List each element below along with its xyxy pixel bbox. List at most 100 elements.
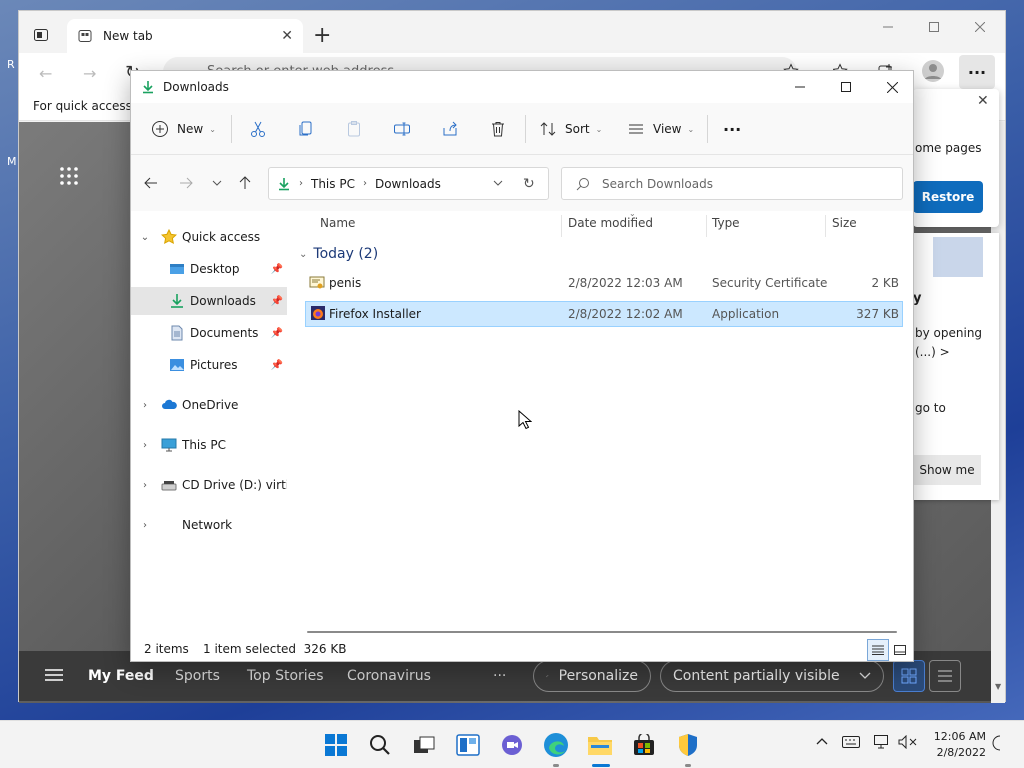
browser-close-button[interactable] xyxy=(957,11,1003,43)
notifications-moon-icon[interactable] xyxy=(990,735,1006,751)
widgets-button[interactable] xyxy=(452,729,484,761)
chevron-down-icon[interactable]: ⌄ xyxy=(139,232,151,243)
sidebar-item-downloads[interactable]: Downloads 📌 xyxy=(131,287,287,315)
command-separator xyxy=(525,115,526,143)
address-history-chevron-icon[interactable] xyxy=(493,180,503,186)
chat-button[interactable] xyxy=(496,729,528,761)
back-icon[interactable]: ← xyxy=(39,64,52,83)
scroll-down-icon[interactable]: ▼ xyxy=(995,682,1001,691)
selection-info: 1 item selected 326 KB xyxy=(203,642,347,656)
breadcrumb-this-pc[interactable]: This PC xyxy=(311,177,355,191)
table-row-selected[interactable]: Firefox Installer 2/8/2022 12:02 AM Appl… xyxy=(305,301,903,327)
column-header-type[interactable]: Type xyxy=(712,211,740,239)
view-label: View xyxy=(653,122,682,136)
card-text-1: by opening xyxy=(915,326,983,340)
file-explorer-taskbar-icon[interactable] xyxy=(584,729,616,761)
sidebar-item-this-pc[interactable]: › This PC xyxy=(131,431,287,459)
sidebar-item-cd-drive[interactable]: › CD Drive (D:) virtio-win xyxy=(131,471,287,499)
forward-arrow-icon[interactable] xyxy=(172,167,200,199)
system-clock[interactable]: 12:06 AM 2/8/2022 xyxy=(926,729,986,761)
pin-icon: 📌 xyxy=(270,263,283,275)
settings-more-button[interactable]: ··· xyxy=(959,55,995,89)
search-input[interactable]: Search Downloads xyxy=(561,167,903,200)
sidebar-item-onedrive[interactable]: › OneDrive xyxy=(131,391,287,419)
see-more-button[interactable]: ··· xyxy=(717,113,747,145)
show-hidden-icons-chevron-icon[interactable] xyxy=(816,737,828,745)
list-layout-button[interactable] xyxy=(929,660,961,692)
chevron-right-icon[interactable]: › xyxy=(139,400,151,411)
restore-button[interactable]: Restore xyxy=(913,181,983,213)
network-icon[interactable] xyxy=(874,735,892,749)
popup-close-icon[interactable]: ✕ xyxy=(977,93,989,109)
column-header-size[interactable]: Size xyxy=(832,211,857,239)
chevron-right-icon[interactable]: › xyxy=(139,520,151,531)
new-button[interactable]: New ⌄ xyxy=(145,113,222,145)
show-me-button[interactable]: Show me xyxy=(913,455,981,485)
browser-maximize-button[interactable] xyxy=(911,11,957,43)
column-separator[interactable] xyxy=(706,215,707,237)
sidebar-item-desktop[interactable]: Desktop 📌 xyxy=(131,255,287,283)
forward-icon[interactable]: → xyxy=(83,64,96,83)
content-visibility-dropdown[interactable]: Content partially visible xyxy=(660,660,884,692)
browser-minimize-button[interactable] xyxy=(865,11,911,43)
view-button[interactable]: View ⌄ xyxy=(621,113,700,145)
explorer-address-bar[interactable]: › This PC › Downloads ↻ xyxy=(268,167,549,200)
sidebar-item-label: Pictures xyxy=(190,358,238,372)
recent-locations-chevron-icon[interactable] xyxy=(203,167,231,199)
grid-layout-button[interactable] xyxy=(893,660,925,692)
paste-button[interactable] xyxy=(339,113,369,145)
rename-button[interactable] xyxy=(387,113,417,145)
task-view-button[interactable] xyxy=(408,729,440,761)
breadcrumb-downloads[interactable]: Downloads xyxy=(375,177,441,191)
column-header-name[interactable]: Name xyxy=(320,211,355,239)
hamburger-menu-icon[interactable] xyxy=(45,668,63,682)
details-view-button[interactable] xyxy=(867,639,889,661)
explorer-minimize-button[interactable] xyxy=(777,71,823,103)
up-arrow-icon[interactable] xyxy=(231,167,259,199)
share-button[interactable] xyxy=(435,113,465,145)
back-arrow-icon[interactable] xyxy=(137,167,165,199)
refresh-icon[interactable]: ↻ xyxy=(523,176,535,192)
chevron-right-icon[interactable]: › xyxy=(139,480,151,491)
personalize-button[interactable]: Personalize xyxy=(533,660,651,692)
delete-button[interactable] xyxy=(483,113,513,145)
horizontal-scrollbar[interactable] xyxy=(307,631,897,637)
tab-close-icon[interactable]: ✕ xyxy=(281,28,293,44)
new-tab-button[interactable]: + xyxy=(313,23,331,48)
column-header-date-modified[interactable]: Date modified xyxy=(568,211,653,239)
apps-grid-icon[interactable] xyxy=(59,166,79,186)
security-taskbar-icon[interactable] xyxy=(672,729,704,761)
column-separator[interactable] xyxy=(561,215,562,237)
column-separator[interactable] xyxy=(825,215,826,237)
start-button[interactable] xyxy=(320,729,352,761)
cut-button[interactable] xyxy=(243,113,273,145)
sidebar-item-documents[interactable]: Documents 📌 xyxy=(131,319,287,347)
profile-avatar-icon[interactable] xyxy=(921,59,945,83)
keyboard-icon[interactable] xyxy=(842,735,860,749)
browser-tab[interactable]: New tab ✕ xyxy=(67,19,303,53)
edge-browser-taskbar-icon[interactable] xyxy=(540,729,572,761)
tab-actions-icon[interactable] xyxy=(33,27,49,43)
volume-muted-icon[interactable] xyxy=(898,735,918,749)
chevron-right-icon[interactable]: › xyxy=(139,440,151,451)
sort-button[interactable]: Sort ⌄ xyxy=(533,113,608,145)
group-header-today[interactable]: ⌄ Today (2) xyxy=(299,243,378,265)
sidebar-item-quick-access[interactable]: ⌄ Quick access xyxy=(131,223,287,251)
explorer-title: Downloads xyxy=(163,80,229,94)
sort-icon xyxy=(540,122,556,136)
table-row[interactable]: penis 2/8/2022 12:03 AM Security Certifi… xyxy=(305,271,903,297)
downloads-location-icon xyxy=(279,177,289,190)
share-icon xyxy=(443,121,457,136)
copy-button[interactable] xyxy=(291,113,321,145)
explorer-maximize-button[interactable] xyxy=(823,71,869,103)
sidebar-item-pictures[interactable]: Pictures 📌 xyxy=(131,351,287,379)
taskbar-search-button[interactable] xyxy=(364,729,396,761)
store-taskbar-icon[interactable] xyxy=(628,729,660,761)
sidebar-item-network[interactable]: › Network xyxy=(131,511,287,539)
browser-tab-bar: New tab ✕ + xyxy=(19,11,1005,53)
large-icons-view-button[interactable] xyxy=(889,639,911,661)
new-label: New xyxy=(177,122,204,136)
cd-drive-icon xyxy=(161,481,177,491)
scrollbar-thumb[interactable] xyxy=(307,631,897,633)
explorer-close-button[interactable] xyxy=(869,71,915,103)
